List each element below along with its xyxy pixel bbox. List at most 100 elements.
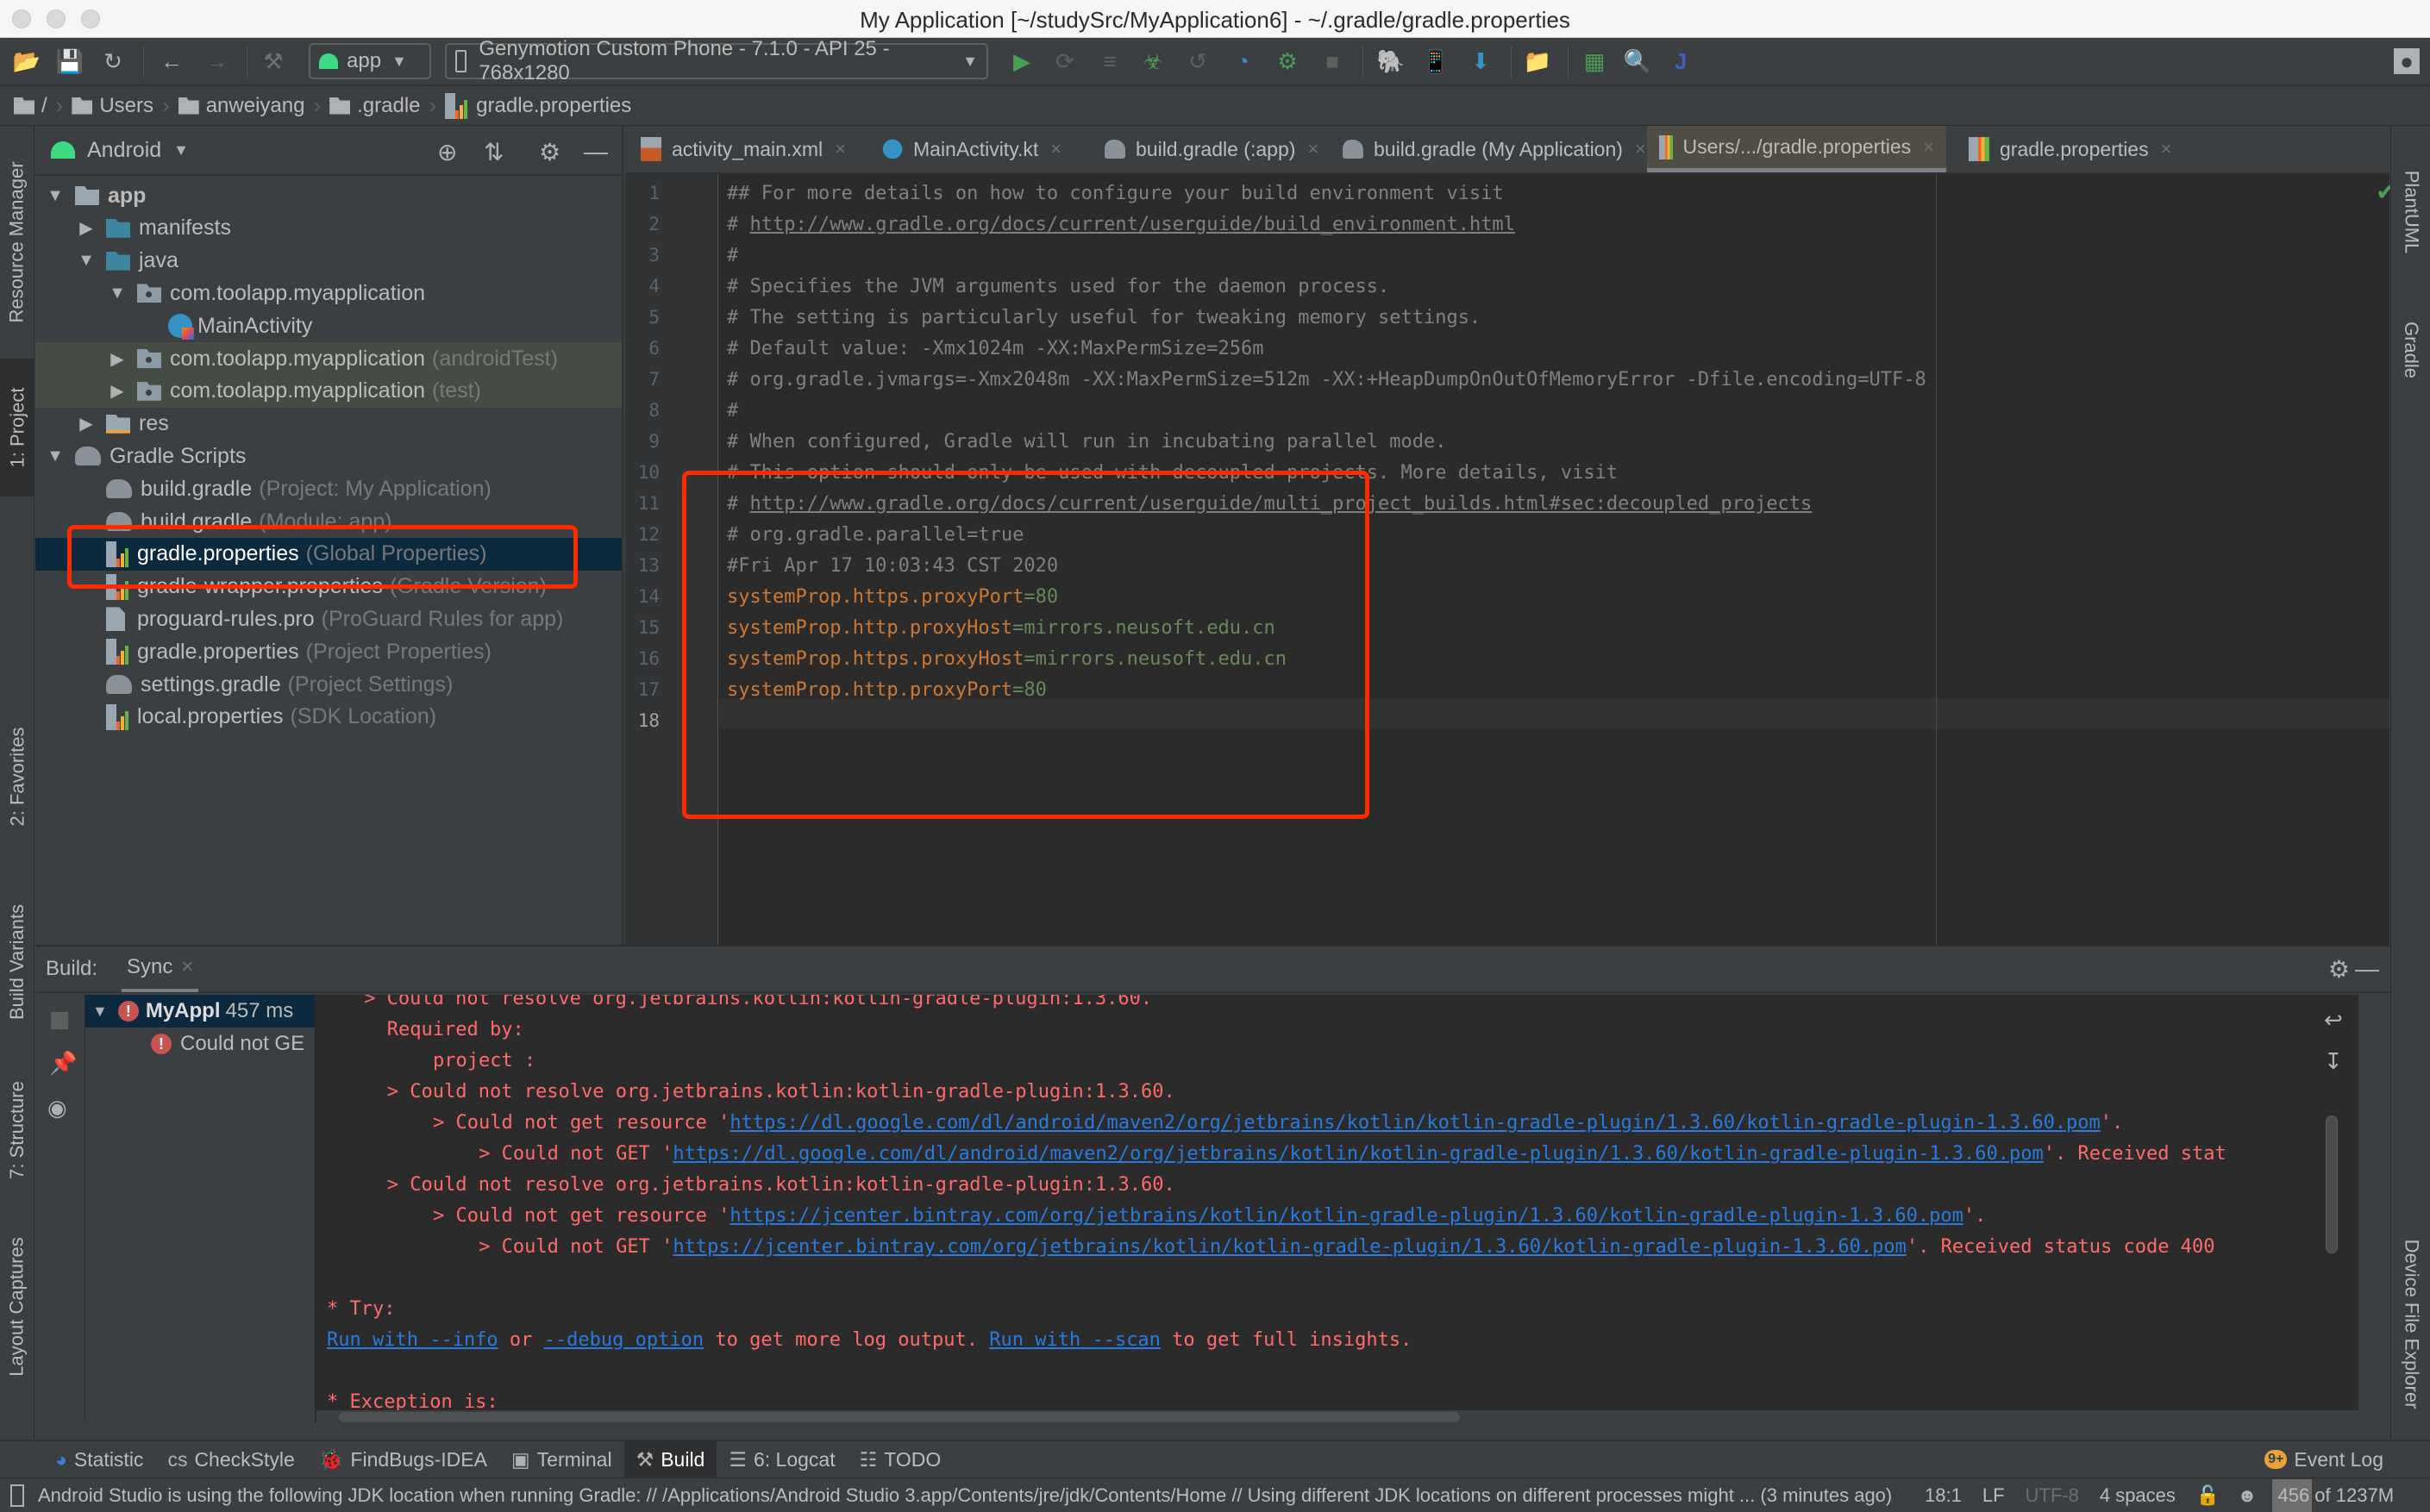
debug-option-link[interactable]: --debug option bbox=[544, 1329, 704, 1351]
lock-icon[interactable]: 🔓 bbox=[2196, 1484, 2220, 1507]
tool-tab-device-file-explorer[interactable]: Device File Explorer bbox=[2391, 1212, 2430, 1436]
build-tree-item[interactable]: ! Could not GE bbox=[85, 1028, 315, 1060]
attach-debugger-icon[interactable]: ↺ bbox=[1185, 48, 1211, 74]
eye-icon[interactable]: ◉ bbox=[47, 1095, 67, 1122]
caret-position[interactable]: 18:1 bbox=[1925, 1484, 1962, 1507]
editor-tab[interactable]: build.gradle (My Application) × bbox=[1331, 126, 1658, 172]
close-icon[interactable]: × bbox=[2161, 138, 2172, 160]
run-icon[interactable]: ▶ bbox=[1009, 48, 1035, 74]
comment-link[interactable]: http://www.gradle.org/docs/current/userg… bbox=[750, 214, 1515, 235]
editor-tab[interactable]: MainActivity.kt × bbox=[870, 126, 1074, 172]
close-icon[interactable]: × bbox=[835, 138, 846, 160]
tool-tab-build-variants[interactable]: Build Variants bbox=[0, 884, 34, 1040]
soft-wrap-icon[interactable]: ↩ bbox=[2324, 1007, 2343, 1034]
collapsed-arrow-icon[interactable]: ▶ bbox=[108, 380, 127, 402]
event-log-button[interactable]: 9+ Event Log bbox=[2252, 1440, 2396, 1478]
tree-item[interactable]: ▼ app bbox=[35, 179, 622, 212]
expanded-arrow-icon[interactable]: ▼ bbox=[77, 251, 96, 271]
close-icon[interactable]: × bbox=[1050, 138, 1062, 160]
collapse-all-icon[interactable]: ⇅ bbox=[484, 138, 504, 166]
tool-tab-resource-manager[interactable]: Resource Manager bbox=[0, 143, 34, 341]
stop-icon[interactable] bbox=[51, 1012, 68, 1029]
tree-item[interactable]: proguard-rules.pro (ProGuard Rules for ap… bbox=[35, 603, 622, 635]
forward-icon[interactable]: → bbox=[204, 48, 229, 74]
collapsed-arrow-icon[interactable]: ▶ bbox=[108, 348, 127, 370]
tool-tab-gradle[interactable]: Gradle bbox=[2391, 298, 2430, 402]
tool-tab-todo[interactable]: ☷ TODO bbox=[848, 1440, 954, 1478]
coverage-icon[interactable]: ⚙ bbox=[1274, 48, 1300, 74]
editor-tab[interactable]: Users/.../gradle.properties × bbox=[1647, 126, 1946, 172]
console-vertical-scrollbar[interactable] bbox=[2326, 1115, 2338, 1253]
jetbrains-icon[interactable]: J bbox=[1668, 48, 1694, 74]
file-encoding[interactable]: UTF-8 bbox=[2026, 1484, 2079, 1507]
console-link[interactable]: https://jcenter.bintray.com/org/jetbrain… bbox=[730, 1205, 1963, 1227]
tree-item[interactable]: ▼ com.toolapp.myapplication bbox=[35, 277, 622, 309]
scroll-to-end-icon[interactable]: ↧ bbox=[2324, 1048, 2343, 1075]
search-icon[interactable]: 🔍 bbox=[1624, 48, 1651, 74]
terminal-icon[interactable]: ▦ bbox=[1581, 48, 1607, 74]
user-icon[interactable]: ● bbox=[2394, 48, 2420, 74]
collapsed-arrow-icon[interactable]: ▶ bbox=[77, 413, 96, 434]
tool-tab-project[interactable]: 1: Project bbox=[0, 359, 34, 497]
expanded-arrow-icon[interactable]: ▼ bbox=[46, 186, 65, 206]
tool-windows-toggle-icon[interactable] bbox=[10, 1484, 24, 1507]
tool-tab-layout-captures[interactable]: Layout Captures bbox=[0, 1221, 34, 1393]
breadcrumb-item-anweiyang[interactable]: anweiyang › bbox=[178, 92, 329, 119]
tool-tab-statistic[interactable]: ◕ Statistic bbox=[43, 1440, 155, 1478]
tool-tab-terminal[interactable]: ▣ Terminal bbox=[499, 1440, 624, 1478]
editor-tab[interactable]: build.gradle (:app) × bbox=[1093, 126, 1331, 172]
collapsed-arrow-icon[interactable]: ▶ bbox=[77, 217, 96, 239]
editor-tab[interactable]: gradle.properties × bbox=[1957, 126, 2183, 172]
locate-icon[interactable]: ⊕ bbox=[437, 138, 457, 166]
close-icon[interactable]: × bbox=[181, 955, 193, 979]
build-tree-root[interactable]: ▼ ! MyAppl 457 ms bbox=[85, 995, 315, 1028]
gradle-sync-icon[interactable]: 🐘 bbox=[1377, 48, 1405, 74]
open-folder-icon[interactable]: 📂 bbox=[13, 48, 41, 74]
run-with-info-link[interactable]: Run with --info bbox=[327, 1329, 498, 1351]
save-icon[interactable]: 💾 bbox=[56, 48, 84, 74]
tool-tab-favorites[interactable]: 2: Favorites bbox=[0, 712, 34, 841]
tree-item[interactable]: ▶ manifests bbox=[35, 212, 622, 245]
console-link[interactable]: https://dl.google.com/dl/android/maven2/… bbox=[673, 1143, 2043, 1165]
console-link[interactable]: https://dl.google.com/dl/android/maven2/… bbox=[730, 1112, 2100, 1134]
tree-item[interactable]: MainActivity bbox=[35, 309, 622, 342]
back-icon[interactable]: ← bbox=[159, 48, 185, 74]
chevron-down-icon[interactable]: ▼ bbox=[173, 141, 189, 159]
tree-item[interactable]: gradle.properties (Project Properties) bbox=[35, 635, 622, 668]
expand-arrow-icon[interactable]: ▼ bbox=[92, 1003, 108, 1021]
tool-tab-findbugs-idea[interactable]: 🐞 FindBugs-IDEA bbox=[307, 1440, 499, 1478]
apply-code-changes-icon[interactable]: ≡ bbox=[1097, 48, 1123, 74]
project-structure-icon[interactable]: 📁 bbox=[1524, 48, 1551, 74]
avd-manager-icon[interactable]: 📱 bbox=[1422, 48, 1450, 74]
build-console-output[interactable]: > Could not resolve org.jetbrains.kotlin… bbox=[316, 995, 2358, 1410]
expanded-arrow-icon[interactable]: ▼ bbox=[108, 284, 127, 303]
breadcrumb-item-file[interactable]: gradle.properties bbox=[445, 92, 631, 119]
tool-tab-checkstyle[interactable]: cs CheckStyle bbox=[155, 1440, 306, 1478]
tree-item[interactable]: ▶ com.toolapp.myapplication (test) bbox=[35, 374, 622, 408]
indent-setting[interactable]: 4 spaces bbox=[2100, 1484, 2176, 1507]
tree-item[interactable]: local.properties (SDK Location) bbox=[35, 701, 622, 734]
tree-item[interactable]: ▶ res bbox=[35, 408, 622, 440]
tool-tab-plantuml[interactable]: PlantUML bbox=[2391, 143, 2430, 281]
editor-tab[interactable]: activity_main.xml × bbox=[629, 126, 858, 172]
breadcrumb-item-root[interactable]: / › bbox=[14, 92, 72, 119]
tree-item[interactable]: ▼ java bbox=[35, 245, 622, 278]
tree-item[interactable]: ▶ com.toolapp.myapplication (androidTest) bbox=[35, 342, 622, 375]
hector-inspector-icon[interactable]: ☻ bbox=[2237, 1484, 2257, 1507]
console-horizontal-scrollbar[interactable] bbox=[339, 1412, 1460, 1422]
stop-icon[interactable]: ■ bbox=[1319, 48, 1345, 74]
sync-icon[interactable]: ↻ bbox=[100, 48, 126, 74]
tool-tab-build[interactable]: ⚒ Build bbox=[623, 1440, 717, 1478]
memory-indicator[interactable]: 456 of 1237M bbox=[2272, 1478, 2394, 1512]
line-separator[interactable]: LF bbox=[1982, 1484, 2005, 1507]
breadcrumb-item-users[interactable]: Users › bbox=[72, 92, 178, 119]
project-view-mode[interactable]: Android bbox=[87, 138, 161, 163]
sdk-manager-icon[interactable]: ⬇ bbox=[1468, 48, 1494, 74]
hide-panel-icon[interactable]: — bbox=[2355, 955, 2379, 983]
close-icon[interactable]: × bbox=[1635, 138, 1646, 160]
tree-item[interactable]: ▼ Gradle Scripts bbox=[35, 440, 622, 472]
breadcrumb-item-gradle[interactable]: .gradle › bbox=[329, 92, 445, 119]
profile-icon[interactable]: ◔ bbox=[1230, 48, 1256, 74]
tool-tab-structure[interactable]: 7: Structure bbox=[0, 1065, 34, 1195]
status-message[interactable]: Android Studio is using the following JD… bbox=[38, 1484, 1909, 1507]
